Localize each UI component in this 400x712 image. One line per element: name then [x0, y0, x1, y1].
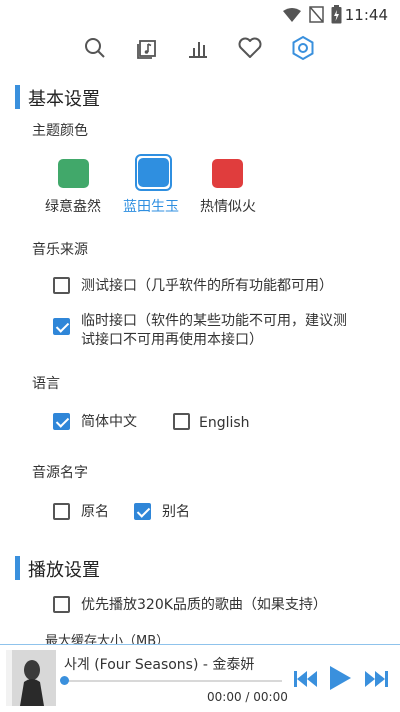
song-title: 사계 (Four Seasons) - 金泰妍 — [64, 657, 255, 673]
source-name-label: 音源名字 — [32, 465, 88, 481]
prefer-320k-checkbox[interactable] — [53, 596, 70, 613]
music-library-icon[interactable] — [132, 33, 162, 63]
search-icon[interactable] — [80, 33, 110, 63]
theme-option-blue[interactable] — [135, 154, 172, 191]
test-api-checkbox[interactable] — [53, 277, 70, 294]
section-accent-bar — [15, 85, 20, 109]
blue-swatch[interactable] — [138, 158, 169, 187]
album-cover[interactable] — [6, 650, 56, 706]
music-source-label: 音乐来源 — [32, 242, 88, 258]
green-swatch[interactable] — [58, 159, 89, 188]
settings-icon[interactable] — [288, 33, 318, 63]
lang-zh-checkbox[interactable] — [53, 413, 70, 430]
play-button[interactable] — [327, 664, 353, 692]
theme-label-green: 绿意盎然 — [45, 199, 101, 215]
lang-en-label: English — [199, 415, 250, 431]
no-signal-icon — [309, 6, 324, 27]
theme-label-blue: 蓝田生玉 — [123, 199, 179, 215]
section-accent-bar — [15, 556, 20, 580]
alias-name-checkbox[interactable] — [134, 503, 151, 520]
battery-icon — [331, 5, 342, 28]
temp-api-checkbox[interactable] — [53, 318, 70, 335]
section-title-playback: 播放设置 — [28, 560, 100, 581]
favorites-icon[interactable] — [235, 33, 265, 63]
language-label: 语言 — [32, 376, 60, 392]
lang-en-checkbox[interactable] — [173, 413, 190, 430]
progress-track[interactable] — [64, 680, 282, 682]
section-title-basic: 基本设置 — [28, 89, 100, 110]
charts-icon[interactable] — [183, 33, 213, 63]
skip-back-icon — [294, 671, 317, 687]
prefer-320k-label: 优先播放320K品质的歌曲（如果支持） — [81, 597, 327, 613]
theme-option-green[interactable] — [58, 159, 89, 188]
theme-label-red: 热情似火 — [200, 199, 256, 215]
original-name-checkbox[interactable] — [53, 503, 70, 520]
alias-name-label: 别名 — [162, 504, 190, 520]
play-icon — [330, 666, 351, 690]
skip-forward-icon — [365, 671, 388, 687]
clock: 11:44 — [344, 6, 388, 24]
wifi-icon — [283, 7, 301, 27]
lang-zh-label: 简体中文 — [81, 414, 137, 430]
red-swatch[interactable] — [212, 159, 243, 188]
status-bar: 11:44 — [0, 0, 400, 30]
prev-track-button[interactable] — [292, 668, 320, 690]
playback-time: 00:00 / 00:00 — [207, 690, 288, 704]
progress-knob[interactable] — [60, 676, 69, 685]
theme-option-red[interactable] — [212, 159, 243, 188]
test-api-label: 测试接口（几乎软件的所有功能都可用） — [81, 278, 333, 294]
temp-api-label-line1: 临时接口（软件的某些功能不可用，建议测 — [81, 313, 347, 329]
temp-api-label-line2: 试接口不可用再使用本接口） — [81, 332, 263, 348]
original-name-label: 原名 — [81, 504, 109, 520]
next-track-button[interactable] — [362, 668, 390, 690]
theme-color-label: 主题颜色 — [32, 123, 88, 139]
